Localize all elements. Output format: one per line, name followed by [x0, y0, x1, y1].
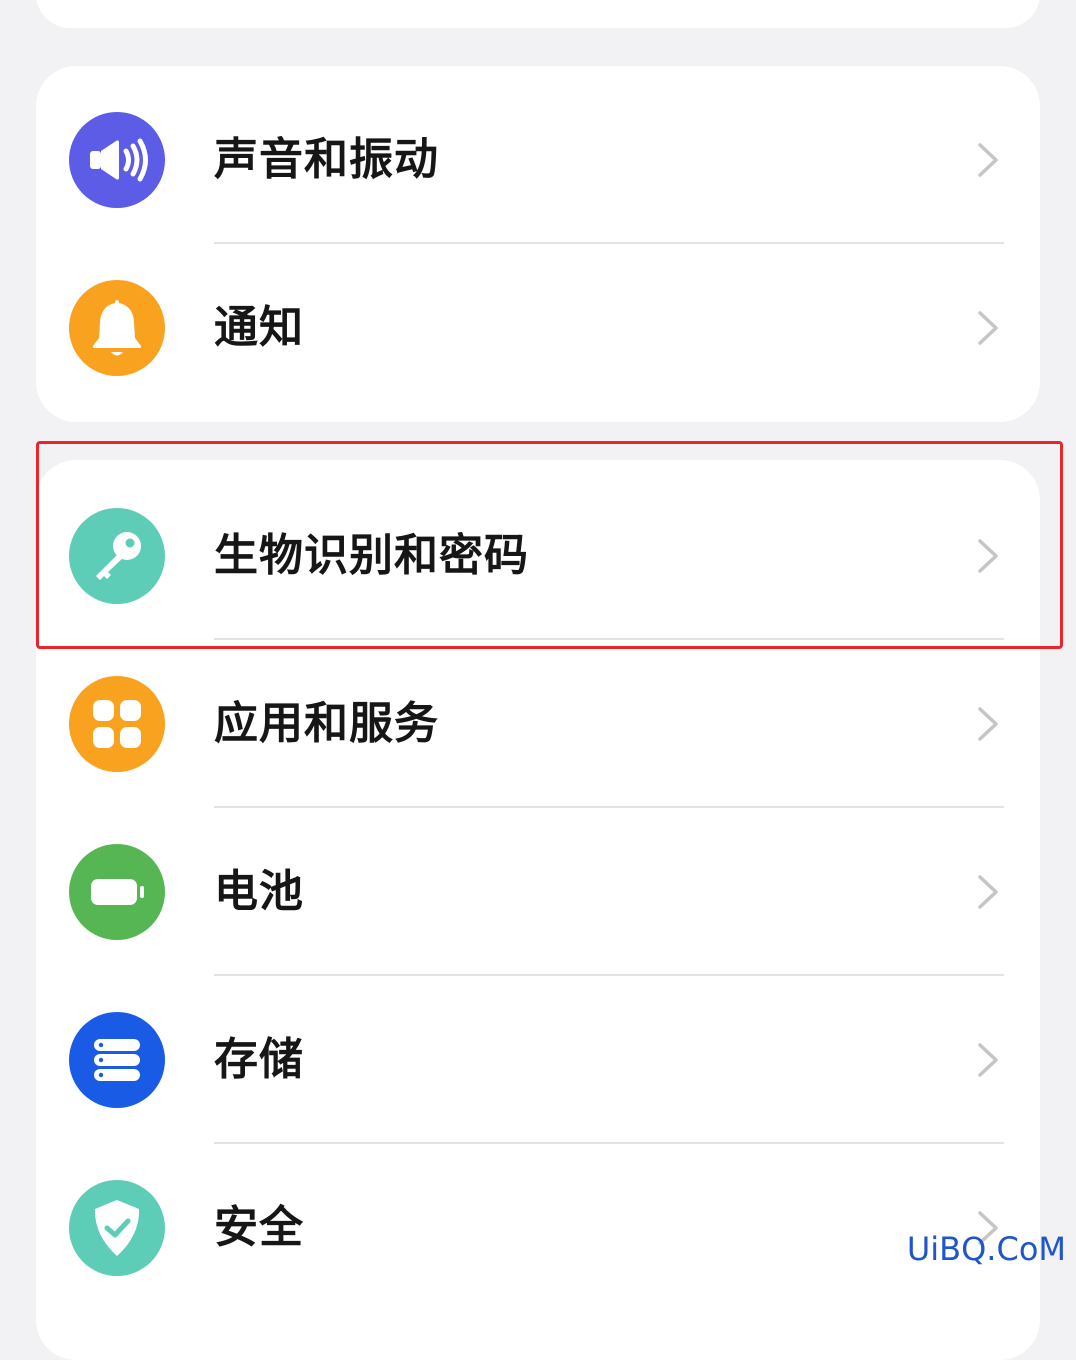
settings-item-label: 通知: [214, 302, 304, 353]
settings-item-notifications[interactable]: 通知: [36, 244, 1040, 412]
settings-item-label: 存储: [214, 1034, 304, 1085]
settings-card-system: 生物识别和密码 应用和服务 电池 存储 安全: [36, 460, 1040, 1360]
settings-item-biometrics-password[interactable]: 生物识别和密码: [36, 472, 1040, 640]
chevron-right-icon: [974, 706, 1002, 742]
apps-grid-icon: [69, 676, 165, 772]
chevron-right-icon: [974, 310, 1002, 346]
settings-item-battery[interactable]: 电池: [36, 808, 1040, 976]
settings-item-apps-services[interactable]: 应用和服务: [36, 640, 1040, 808]
settings-item-label: 安全: [214, 1202, 304, 1253]
watermark-text: UiBQ.CoM: [906, 1230, 1066, 1268]
storage-icon: [69, 1012, 165, 1108]
settings-item-label: 生物识别和密码: [214, 530, 529, 581]
battery-icon: [69, 844, 165, 940]
settings-item-security[interactable]: 安全: [36, 1144, 1040, 1312]
key-icon: [69, 508, 165, 604]
shield-icon: [69, 1180, 165, 1276]
chevron-right-icon: [974, 538, 1002, 574]
chevron-right-icon: [974, 874, 1002, 910]
settings-card-partial: [36, 0, 1040, 28]
settings-item-sound-vibration[interactable]: 声音和振动: [36, 76, 1040, 244]
settings-card-sound-notify: 声音和振动 通知: [36, 66, 1040, 422]
chevron-right-icon: [974, 1042, 1002, 1078]
settings-item-label: 电池: [214, 866, 304, 917]
speaker-icon: [69, 112, 165, 208]
chevron-right-icon: [974, 142, 1002, 178]
settings-item-label: 应用和服务: [214, 698, 439, 749]
settings-item-label: 声音和振动: [214, 134, 439, 185]
settings-item-storage[interactable]: 存储: [36, 976, 1040, 1144]
bell-icon: [69, 280, 165, 376]
